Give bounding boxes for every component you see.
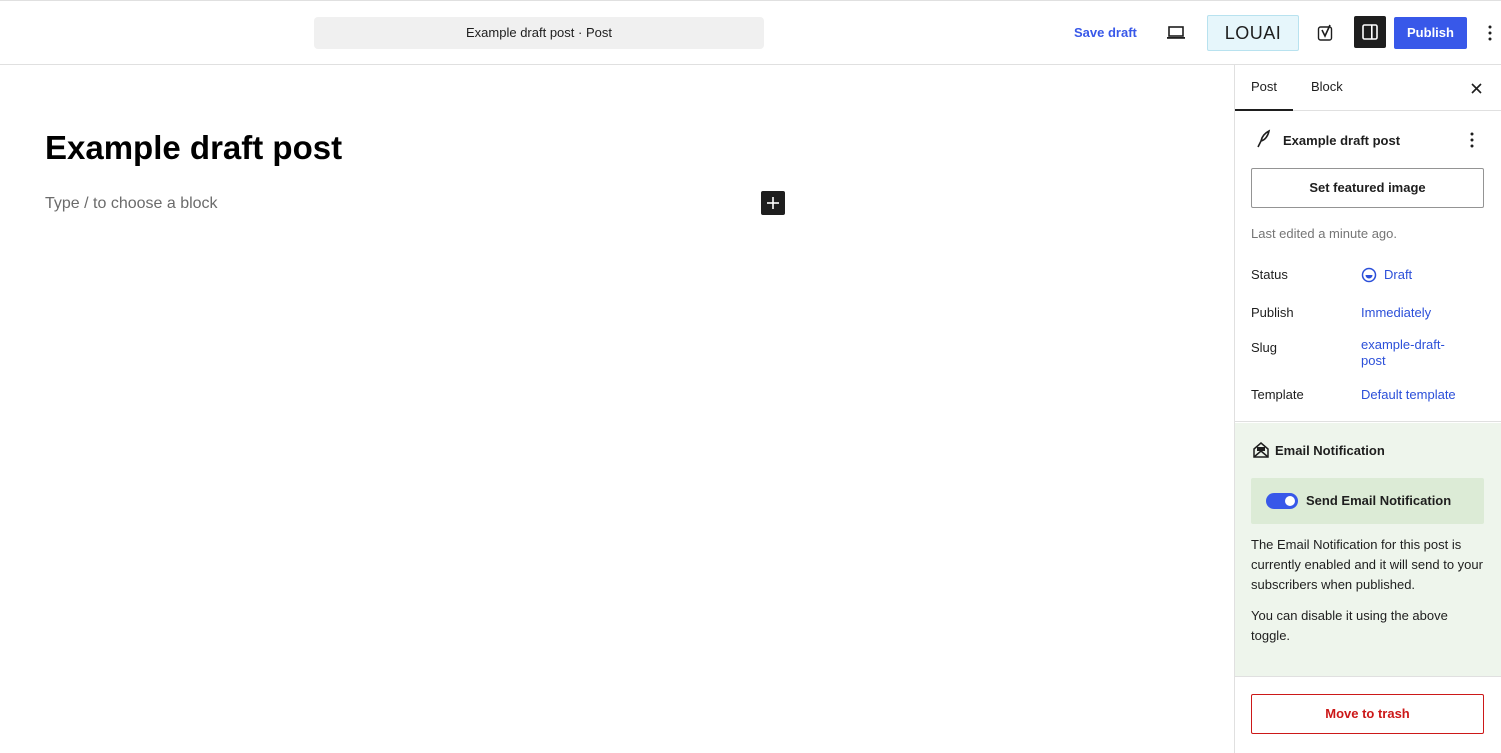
block-inserter-button[interactable] (761, 191, 785, 215)
status-button[interactable]: Draft (1361, 267, 1471, 283)
tab-block[interactable]: Block (1295, 65, 1359, 111)
email-notification-title: Email Notification (1275, 443, 1385, 458)
status-value: Draft (1384, 267, 1413, 282)
email-description: The Email Notification for this post is … (1251, 537, 1483, 592)
sidebar-tabs: Post Block (1235, 65, 1501, 111)
toggle-knob (1285, 496, 1295, 506)
slug-label: Slug (1251, 340, 1278, 355)
slug-button[interactable]: example-draft-post (1361, 337, 1461, 369)
yoast-icon (1317, 24, 1333, 41)
block-placeholder[interactable]: Type / to choose a block (45, 195, 218, 213)
close-icon (1470, 82, 1482, 94)
options-menu-button[interactable] (1478, 17, 1501, 49)
post-actions-button[interactable] (1461, 128, 1483, 152)
template-label: Template (1251, 387, 1304, 402)
post-title[interactable]: Example draft post (45, 129, 342, 167)
template-button[interactable]: Default template (1361, 387, 1481, 403)
settings-sidebar-toggle[interactable] (1354, 16, 1386, 48)
document-bar[interactable]: Example draft post · Post (314, 17, 764, 49)
yoast-button[interactable] (1310, 17, 1342, 49)
post-card-title: Example draft post (1283, 133, 1401, 148)
status-label: Status (1251, 267, 1288, 282)
move-to-trash-button[interactable]: Move to trash (1251, 694, 1484, 734)
email-toggle-box: Send Email Notification (1251, 478, 1484, 524)
close-sidebar-button[interactable] (1464, 76, 1488, 100)
desktop-preview-icon (1167, 26, 1185, 39)
editor-canvas: Example draft post Type / to choose a bl… (0, 65, 1234, 753)
publish-button[interactable]: Publish (1394, 17, 1467, 49)
more-vertical-icon (1470, 132, 1474, 148)
save-draft-button[interactable]: Save draft (1066, 18, 1145, 48)
tab-post[interactable]: Post (1235, 65, 1294, 111)
envelope-icon (1253, 442, 1269, 458)
send-email-toggle[interactable] (1266, 493, 1298, 509)
louai-button[interactable]: LOUAI (1207, 15, 1299, 51)
settings-sidebar: Post Block Example draft post Set featur… (1234, 65, 1501, 753)
email-notification-panel: Email Notification Send Email Notificati… (1235, 423, 1501, 677)
sidebar-icon (1362, 24, 1378, 40)
send-email-toggle-label[interactable]: Send Email Notification (1306, 493, 1451, 508)
last-edited-text: Last edited a minute ago. (1251, 226, 1397, 241)
publish-date-button[interactable]: Immediately (1361, 305, 1471, 321)
more-vertical-icon (1488, 25, 1492, 41)
plus-icon (767, 197, 779, 209)
preview-button[interactable] (1160, 17, 1192, 49)
set-featured-image-button[interactable]: Set featured image (1251, 168, 1484, 208)
publish-label: Publish (1251, 305, 1294, 320)
post-summary-panel: Example draft post Set featured image La… (1235, 112, 1501, 422)
draft-status-icon (1361, 267, 1377, 283)
post-feather-icon (1257, 129, 1271, 148)
email-disable-hint: You can disable it using the above toggl… (1251, 608, 1448, 643)
editor-header: Example draft post · Post Save draft LOU… (0, 0, 1501, 65)
